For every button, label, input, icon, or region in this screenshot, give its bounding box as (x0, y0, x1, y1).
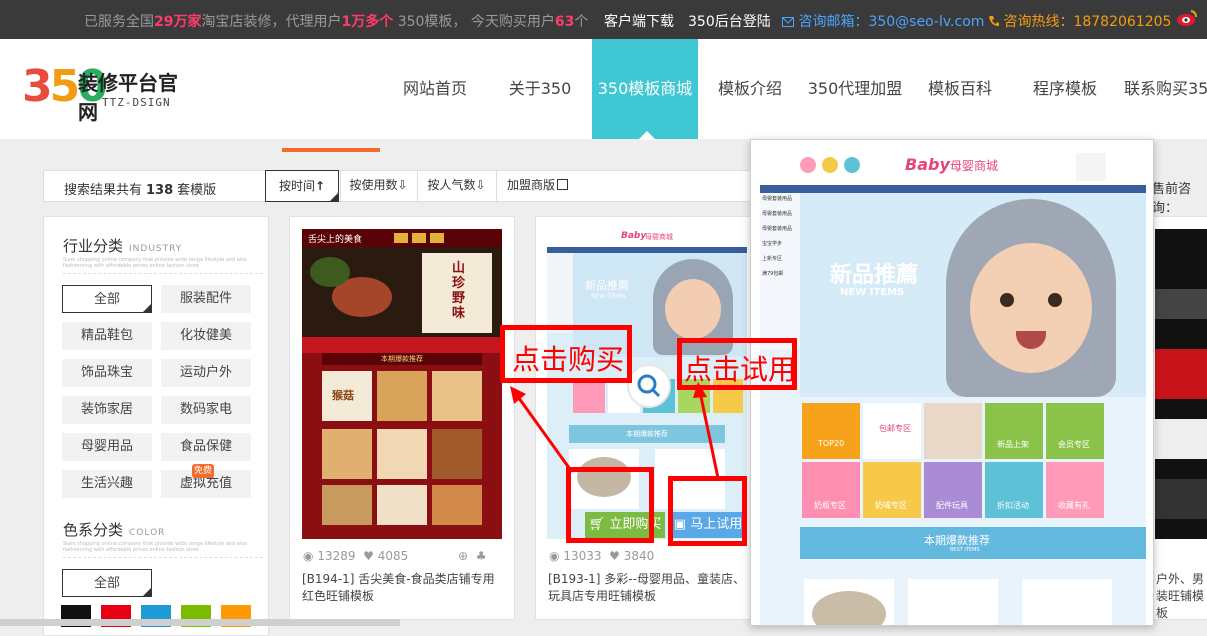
heart-icon: ♥ (363, 549, 374, 563)
client-download-link[interactable]: 客户端下载 (604, 11, 674, 31)
horizontal-scrollbar[interactable] (0, 619, 400, 626)
preview-brand-sub: 母婴商城 (950, 159, 999, 173)
heart-icon: ♥ (609, 549, 620, 563)
presale-consult: 售前咨询： (1152, 182, 1192, 216)
category-shoes-bags[interactable]: 精品鞋包 (62, 322, 152, 350)
annotation-buy-text: 点击购买 (512, 343, 625, 376)
preview-brand: Baby (905, 155, 950, 174)
nav-home[interactable]: 网站首页 (385, 39, 485, 139)
buyers-suffix: 个 (574, 14, 589, 30)
buyers-count: 63 (554, 14, 575, 30)
weibo-icon[interactable] (1176, 8, 1198, 32)
agent-count: 1万多个 (341, 14, 394, 30)
service-stats: 已服务全国29万家淘宝店装修，代理用户1万多个 350模板， 今天购买用户63个 (84, 11, 588, 31)
card-title[interactable]: [B193-1] 多彩--母婴用品、童装店、玩具店专用旺铺模板 (548, 571, 748, 605)
color-all[interactable]: 全部 (62, 569, 152, 597)
nav-template-intro[interactable]: 模板介绍 (700, 39, 800, 139)
hotline-text: 咨询热线：18782061205 (1003, 14, 1172, 30)
checkbox-icon[interactable] (557, 179, 568, 190)
category-outdoor[interactable]: 运动户外 (161, 359, 251, 387)
weibo-share-icon: ⊕ (458, 549, 469, 563)
result-summary: 搜索结果共有 138 套模版 (64, 183, 217, 198)
category-cosmetics[interactable]: 化妆健美 (161, 322, 251, 350)
site-logo[interactable]: 350 装修平台官网 TTZ-DSIGN (22, 63, 192, 125)
nav-program-template[interactable]: 程序模板 (1015, 39, 1115, 139)
category-home[interactable]: 装饰家居 (62, 396, 152, 424)
nav-about[interactable]: 关于350 (490, 39, 590, 139)
bell-icon: ♣ (475, 549, 487, 563)
template-preview-popup: Baby 母婴商城 母婴套装用品 母婴套装用品 母婴套装用品 宝宝学步 上新专区… (750, 139, 1154, 626)
email-link[interactable]: 咨询邮箱：350@seo-lv.com (782, 11, 984, 31)
sort-by-time[interactable]: 按时间↑ (265, 170, 339, 202)
nav-template-wiki[interactable]: 模板百科 (910, 39, 1010, 139)
thumb-side-text: 山珍野味 (452, 261, 466, 321)
nav-contact-buy[interactable]: 联系购买350 (1120, 39, 1207, 139)
color-desc: Siam shopping online company that provid… (63, 541, 263, 558)
category-sidebar: 行业分类 INDUSTRY Siam shopping online compan… (43, 216, 269, 636)
email-text: 咨询邮箱：350@seo-lv.com (798, 14, 985, 30)
accent-line (282, 148, 380, 152)
free-badge: 免费 (192, 464, 214, 478)
admin-login-link[interactable]: 350后台登陆 (688, 11, 771, 31)
logo-sub: TTZ-DSIGN (102, 96, 171, 109)
card-stats: ◉ 13289 ♥ 4085 (303, 549, 409, 563)
thumb-banner: 山珍野味 (302, 247, 502, 337)
buyers-prefix: 今天购买用户 (470, 14, 555, 30)
eye-icon: ◉ (303, 549, 314, 563)
category-electronics[interactable]: 数码家电 (161, 396, 251, 424)
annotation-arrows (510, 382, 720, 479)
top-info-bar: 已服务全国29万家淘宝店装修，代理用户1万多个 350模板， 今天购买用户63个… (0, 0, 1207, 39)
filter-bar: 搜索结果共有 138 套模版 按时间↑ 按使用数⇩ 按人气数⇩ 加盟商版 (43, 170, 793, 202)
nav-agent-join[interactable]: 350代理加盟 (805, 39, 905, 139)
served-prefix: 已服务全国 (84, 14, 154, 30)
arrow-up-icon: ↑ (314, 179, 326, 193)
thumb-header: 舌尖上的美食 (308, 235, 363, 245)
category-food[interactable]: 食品保健 (161, 433, 251, 461)
sort-by-usage[interactable]: 按使用数⇩ (340, 170, 416, 202)
templates-count: 350模板， (397, 14, 467, 30)
preview-image: Baby 母婴商城 母婴套装用品 母婴套装用品 母婴套装用品 宝宝学步 上新专区… (760, 149, 1146, 625)
category-all[interactable]: 全部 (62, 285, 152, 313)
card-title[interactable]: [B194-1] 舌尖美食-食品类店铺专用红色旺铺模板 (302, 571, 502, 605)
card-stats: ◉ 13033 ♥ 3840 (549, 549, 655, 563)
arrow-down-icon: ⇩ (475, 178, 486, 192)
industry-desc: Siam shopping online company that provid… (63, 257, 263, 274)
category-hobby[interactable]: 生活兴趣 (62, 470, 152, 498)
site-header: 350 装修平台官网 TTZ-DSIGN 网站首页 关于350 350模板商城 … (0, 39, 1207, 139)
arrow-down-icon: ⇩ (397, 178, 408, 192)
category-jewelry[interactable]: 饰品珠宝 (62, 359, 152, 387)
nav-template-store[interactable]: 350模板商城 (592, 39, 698, 139)
hotline: 咨询热线：18782061205 (988, 11, 1171, 31)
template-thumbnail-outdoor[interactable] (1155, 229, 1207, 539)
nav-active-caret (638, 131, 656, 140)
mail-icon (782, 17, 794, 27)
franchise-filter[interactable]: 加盟商版 (496, 170, 578, 202)
sort-by-popularity[interactable]: 按人气数⇩ (417, 170, 495, 202)
card-title[interactable]: 户外、男装旺铺模板 (1156, 571, 1207, 622)
category-baby[interactable]: 母婴用品 (62, 433, 152, 461)
served-count: 29万家 (154, 14, 202, 30)
share-icons[interactable]: ⊕ ♣ (458, 549, 486, 563)
phone-icon (989, 16, 999, 26)
thumb-section: 本期爆款推荐 (322, 353, 482, 365)
served-mid: 淘宝店装修，代理用户 (201, 14, 342, 30)
selected-corner (330, 193, 338, 201)
template-thumbnail-food[interactable]: 舌尖上的美食 山珍野味 本期爆款推荐 猴菇 (302, 229, 502, 539)
eye-icon: ◉ (549, 549, 560, 563)
preview-hero: 新品推薦 NEW ITEMS (800, 193, 1146, 397)
category-clothing[interactable]: 服装配件 (161, 285, 251, 313)
color-heading: 色系分类 COLOR (63, 521, 166, 539)
industry-heading: 行业分类 INDUSTRY (63, 237, 183, 255)
